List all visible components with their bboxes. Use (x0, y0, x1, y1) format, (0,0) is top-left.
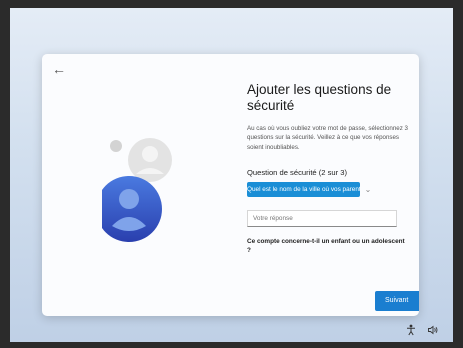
question-label: Question de sécurité (2 sur 3) (247, 168, 348, 178)
form-panel: Ajouter les questions de sécurité Au cas… (247, 82, 409, 255)
question-select-row: Quel est le nom de la ville où vos paren… (247, 182, 409, 198)
avatar-icon (96, 138, 172, 242)
accessibility-icon[interactable] (405, 324, 417, 336)
user-avatar-illustration (96, 134, 212, 244)
child-account-link[interactable]: Ce compte concerne-t-il un enfant ou un … (247, 237, 409, 255)
system-tray (405, 324, 439, 336)
oobe-screen: ← Ajouter les questions de sécurité Au c… (10, 8, 453, 342)
chevron-down-icon[interactable]: ⌄ (361, 182, 375, 197)
security-question-dropdown[interactable]: Quel est le nom de la ville où vos paren… (247, 182, 360, 198)
answer-input[interactable]: Votre réponse (247, 210, 397, 228)
security-questions-card: ← Ajouter les questions de sécurité Au c… (42, 54, 419, 316)
back-arrow-icon[interactable]: ← (52, 61, 70, 77)
next-button[interactable]: Suivant (375, 291, 419, 311)
page-title: Ajouter les questions de sécurité (247, 82, 392, 113)
description-text: Au cas où vous oubliez votre mot de pass… (247, 125, 408, 151)
volume-icon[interactable] (427, 324, 439, 336)
